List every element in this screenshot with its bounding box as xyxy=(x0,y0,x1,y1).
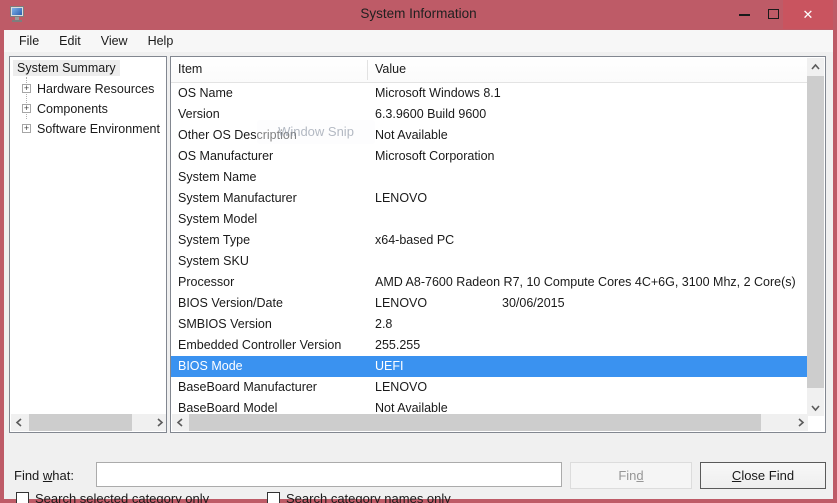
tree-item-label: Hardware Resources xyxy=(37,79,154,99)
close-find-button[interactable]: Close Find xyxy=(700,462,826,489)
table-row[interactable]: BIOS Version/Date LENOVO30/06/2015 xyxy=(171,293,807,314)
row-value: Microsoft Corporation xyxy=(375,146,807,167)
details-list-panel: Item Value OS Name Microsoft Windows 8.1 V… xyxy=(170,56,826,433)
titlebar[interactable]: System Information ✕ xyxy=(0,0,837,30)
table-row[interactable]: BIOS Mode UEFI xyxy=(171,356,807,377)
checkbox-icon[interactable] xyxy=(16,492,29,503)
tree-item-hardware-resources[interactable]: + Hardware Resources xyxy=(10,79,166,99)
checkbox-label: Search selected category only xyxy=(35,491,209,503)
scroll-up-icon[interactable] xyxy=(807,58,824,75)
list-vertical-scrollbar[interactable] xyxy=(807,58,824,416)
tree-item-components[interactable]: + Components xyxy=(10,99,166,119)
tree-item-label: Components xyxy=(37,99,108,119)
row-item-label: BIOS Version/Date xyxy=(178,293,283,314)
row-item-label: System Name xyxy=(178,167,257,188)
row-value: Microsoft Windows 8.1 xyxy=(375,83,807,104)
minimize-button[interactable] xyxy=(730,0,758,29)
table-row[interactable]: System Type x64-based PC xyxy=(171,230,807,251)
expand-icon[interactable]: + xyxy=(22,104,31,113)
row-value: Not Available xyxy=(375,125,807,146)
row-value: LENOVO xyxy=(375,188,807,209)
checkbox-icon[interactable] xyxy=(267,492,280,503)
row-item-label: System Type xyxy=(178,230,250,251)
scrollbar-thumb[interactable] xyxy=(807,76,824,388)
scrollbar-thumb[interactable] xyxy=(29,414,132,431)
column-divider[interactable] xyxy=(367,60,368,80)
scrollbar-thumb[interactable] xyxy=(189,414,761,431)
find-button[interactable]: Find xyxy=(570,462,692,489)
tree-item-label: Software Environment xyxy=(37,119,160,139)
window-title: System Information xyxy=(0,6,837,21)
tree-horizontal-scrollbar[interactable] xyxy=(11,414,167,431)
row-item-label: SMBIOS Version xyxy=(178,314,272,335)
table-row[interactable]: System Model xyxy=(171,209,807,230)
row-item-label: Embedded Controller Version xyxy=(178,335,341,356)
row-value: 6.3.9600 Build 9600 xyxy=(375,104,807,125)
column-header-item[interactable]: Item xyxy=(178,62,202,76)
scroll-right-icon[interactable] xyxy=(152,414,167,431)
search-options-row: Search selected category only Search cat… xyxy=(4,491,833,503)
row-item-label: System Model xyxy=(178,209,257,230)
menu-item-view[interactable]: View xyxy=(91,32,138,51)
row-item-label: BaseBoard Manufacturer xyxy=(178,377,317,398)
table-row[interactable]: OS Name Microsoft Windows 8.1 xyxy=(171,83,807,104)
table-row[interactable]: OS Manufacturer Microsoft Corporation xyxy=(171,146,807,167)
menu-item-edit[interactable]: Edit xyxy=(49,32,91,51)
row-value: x64-based PC xyxy=(375,230,807,251)
expand-icon[interactable]: + xyxy=(22,124,31,133)
table-row[interactable]: BaseBoard Manufacturer LENOVO xyxy=(171,377,807,398)
tree-children: + Hardware Resources + Components + Software … xyxy=(10,79,166,139)
checkbox-label: Search category names only xyxy=(286,491,451,503)
row-value: 2.8 xyxy=(375,314,807,335)
row-item-label: OS Name xyxy=(178,83,233,104)
row-value-extra: 30/06/2015 xyxy=(502,293,565,314)
row-value: UEFI xyxy=(375,356,807,377)
row-value: 255.255 xyxy=(375,335,807,356)
row-item-label: Processor xyxy=(178,272,234,293)
row-value: LENOVO xyxy=(375,377,807,398)
list-header[interactable]: Item Value xyxy=(171,57,807,83)
table-row[interactable]: System Manufacturer LENOVO xyxy=(171,188,807,209)
row-item-label: System SKU xyxy=(178,251,249,272)
search-selected-category-option[interactable]: Search selected category only xyxy=(16,491,209,503)
table-row[interactable]: SMBIOS Version 2.8 xyxy=(171,314,807,335)
table-row[interactable]: Processor AMD A8-7600 Radeon R7, 10 Compu… xyxy=(171,272,807,293)
category-tree-panel: System Summary + Hardware Resources + Compo… xyxy=(9,56,167,433)
column-header-value[interactable]: Value xyxy=(375,62,406,76)
scroll-down-icon[interactable] xyxy=(807,399,824,416)
scroll-left-icon[interactable] xyxy=(172,414,187,431)
close-icon: ✕ xyxy=(783,7,833,23)
find-what-label: Find what: xyxy=(14,468,74,483)
maximize-icon xyxy=(768,9,779,19)
row-value: AMD A8-7600 Radeon R7, 10 Compute Cores … xyxy=(375,272,807,293)
search-category-names-option[interactable]: Search category names only xyxy=(267,491,451,503)
scroll-right-icon[interactable] xyxy=(793,414,808,431)
table-row[interactable]: System Name xyxy=(171,167,807,188)
row-value: LENOVO xyxy=(375,293,807,314)
tree-item-software-environment[interactable]: + Software Environment xyxy=(10,119,166,139)
menubar: FileEditViewHelp xyxy=(4,30,833,52)
window-snip-ghost: Window Snip xyxy=(257,120,375,144)
expand-icon[interactable]: + xyxy=(22,84,31,93)
row-item-label: BIOS Mode xyxy=(178,356,243,377)
row-item-label: OS Manufacturer xyxy=(178,146,273,167)
table-row[interactable]: Embedded Controller Version 255.255 xyxy=(171,335,807,356)
menu-item-file[interactable]: File xyxy=(9,32,49,51)
system-information-window: System Information ✕ FileEditViewHelp Sy… xyxy=(0,0,837,503)
tree-item-system-summary[interactable]: System Summary xyxy=(13,60,120,76)
find-input[interactable] xyxy=(96,462,562,487)
list-horizontal-scrollbar[interactable] xyxy=(172,414,808,431)
client-area: System Summary + Hardware Resources + Compo… xyxy=(4,52,833,499)
row-item-label: Version xyxy=(178,104,220,125)
close-button[interactable]: ✕ xyxy=(783,0,833,29)
scroll-left-icon[interactable] xyxy=(11,414,26,431)
table-row[interactable]: System SKU xyxy=(171,251,807,272)
menu-item-help[interactable]: Help xyxy=(138,32,184,51)
minimize-icon xyxy=(739,14,750,16)
row-item-label: System Manufacturer xyxy=(178,188,297,209)
